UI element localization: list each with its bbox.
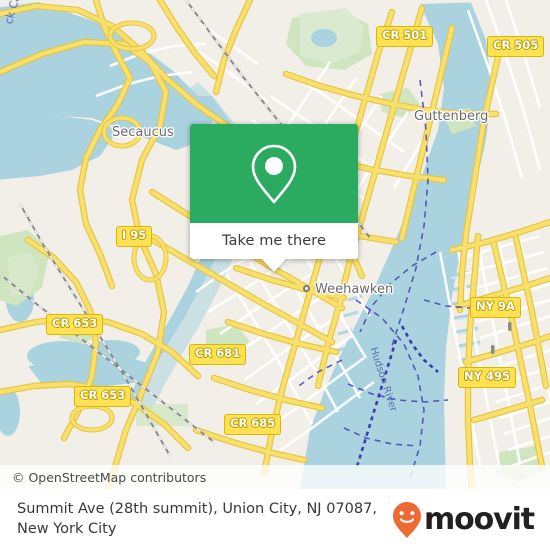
road-shield-cr-653-north: CR 653 bbox=[46, 314, 104, 335]
map-pin-icon bbox=[251, 144, 297, 203]
moovit-wordmark: moovit bbox=[423, 501, 535, 537]
road-shield-cr-653-south: CR 653 bbox=[74, 386, 132, 407]
footer-bar: Summit Ave (28th summit), Union City, NJ… bbox=[0, 489, 550, 550]
road-shield-cr-685: CR 685 bbox=[224, 414, 282, 435]
openstreetmap-attribution: © OpenStreetMap contributors bbox=[12, 469, 207, 485]
map-attribution-bar: © OpenStreetMap contributors bbox=[0, 465, 550, 489]
road-shield-i-95: I 95 bbox=[116, 226, 153, 247]
road-shield-cr-681: CR 681 bbox=[189, 344, 247, 365]
moovit-location-card: ck Canal Hudson River Secaucus Guttenber… bbox=[0, 0, 550, 550]
location-title: Summit Ave (28th summit), Union City, NJ… bbox=[17, 501, 377, 537]
map-marker-weehawken bbox=[303, 285, 310, 292]
take-me-there-label: Take me there bbox=[221, 233, 327, 249]
road-shield-ny-495: NY 495 bbox=[458, 367, 516, 388]
moovit-smiley-pin-icon bbox=[392, 501, 421, 538]
popup-header bbox=[190, 124, 358, 223]
road-shield-cr-505: CR 505 bbox=[487, 36, 545, 57]
location-popup-card[interactable]: Take me there bbox=[190, 124, 358, 272]
map-canvas[interactable]: ck Canal Hudson River Secaucus Guttenber… bbox=[0, 0, 550, 489]
moovit-logo[interactable]: moovit bbox=[392, 501, 535, 539]
popup-pointer-tail bbox=[262, 259, 286, 272]
road-shield-ny-9a: NY 9A bbox=[470, 297, 521, 318]
popup-action-bar[interactable]: Take me there bbox=[190, 223, 358, 259]
road-shield-cr-501: CR 501 bbox=[376, 26, 434, 47]
